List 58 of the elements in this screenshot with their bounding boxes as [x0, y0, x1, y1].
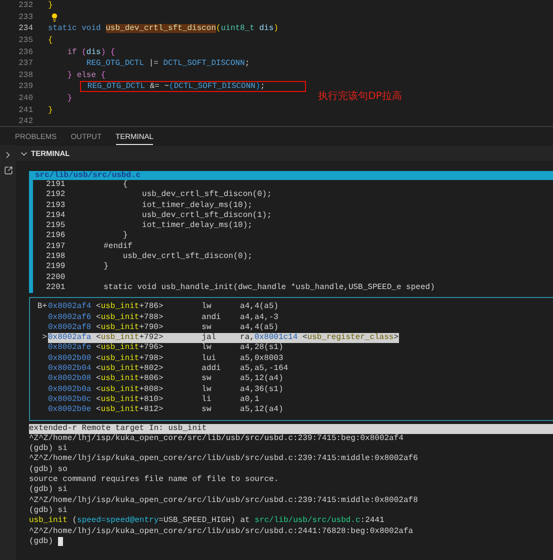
asm-line: 0x8002afe <usb_init+796> lw a4,28(s1) — [48, 343, 284, 354]
line-number: 234 — [18, 24, 33, 34]
code-line: { — [48, 36, 53, 46]
source-line: 2191 { — [45, 180, 129, 190]
output-line: source command requires file name of file to source. — [29, 475, 279, 485]
lightbulb-icon[interactable] — [50, 12, 59, 22]
output-line: (gdb) — [29, 536, 54, 548]
asm-line: 0x8002af6 <usb_init+788> andi a4,a4,-3 — [48, 312, 278, 323]
asm-line: 0x8002b0a <usb_init+808> lw a4,36(s1) — [48, 384, 284, 395]
line-number: 233 — [18, 12, 33, 22]
source-line: 2198 usb_dev_crtl_sft_discon(0); — [45, 252, 254, 262]
asm-line: 0x8002b0e <usb_init+812> sw a5,12(a4) — [48, 405, 284, 416]
asm-line: 0x8002af4 <usb_init+786> lw a4,4(a5) — [48, 302, 278, 313]
asm-line: 0x8002b04 <usb_init+802> addi a5,a5,-164 — [48, 364, 288, 374]
source-line: 2196 } — [45, 231, 129, 242]
source-line: 2199 } — [45, 262, 110, 273]
line-number: 238 — [18, 70, 33, 80]
output-line: (gdb) si — [29, 506, 68, 516]
asm-line: 0x8002b00 <usb_init+798> lui a5,0x8003 — [48, 354, 284, 364]
line-number: 241 — [18, 106, 33, 115]
file-path: src/lib/usb/src/usbd.c — [35, 171, 141, 180]
row-marker: B+ — [36, 302, 48, 313]
code-line: } — [48, 1, 53, 10]
source-line: 2201 static void usb_handle_init(dwc_handle *usb_handle,USB_SPEED_e speed) — [45, 282, 436, 294]
line-number: 240 — [18, 94, 33, 104]
line-number: 237 — [18, 59, 33, 68]
code-line: } — [67, 94, 72, 104]
code-line: } — [48, 106, 53, 115]
output-line: (gdb) si — [29, 485, 68, 496]
line-number: 235 — [18, 36, 33, 46]
source-line: 2197 #endif — [45, 242, 134, 252]
output-line: (gdb) si — [29, 444, 68, 454]
output-line: ^Z^Z/home/lhj/isp/kuka_open_core/src/lib/usb/src/usbd.c:239:7415:middle:0x8002af8 — [29, 496, 418, 506]
window-arrow-icon[interactable] — [4, 166, 12, 175]
source-line: 2193 iot_timer_delay_ms(10); — [45, 200, 254, 211]
output-line: usb_init (speed=speed@entry=USB_SPEED_HIGH) at src/lib/usb/src/usbd.c:2441 — [29, 516, 384, 526]
source-line: 2192 usb_dev_crtl_sft_discon(0); — [45, 190, 273, 201]
row-marker: > — [41, 333, 48, 344]
line-number: 239 — [18, 82, 33, 92]
output-line: (gdb) so — [29, 464, 68, 475]
code-line: if (dis) { — [67, 48, 116, 57]
text-cursor — [58, 537, 63, 546]
asm-line: 0x8002b0c <usb_init+810> li a0,1 — [48, 394, 260, 405]
source-line: 2194 usb_dev_crtl_sft_discon(1); — [45, 210, 273, 221]
output-line: ^Z^Z/home/lhj/isp/kuka_open_core/src/lib/usb/src/usbd.c:2441:76828:beg:0x8002afa — [29, 526, 414, 537]
asm-line: 0x8002b08 <usb_init+806> sw a5,12(a4) — [48, 374, 284, 385]
source-line: 2200 — [45, 272, 66, 283]
output-line: ^Z^Z/home/lhj/isp/kuka_open_core/src/lib/usb/src/usbd.c:239:7415:middle:0x8002af6 — [29, 454, 418, 465]
line-number: 232 — [18, 1, 33, 10]
code-line: } else { — [67, 70, 106, 80]
asm-line: 0x8002af8 <usb_init+790> sw a4,4(a5) — [48, 322, 278, 333]
annotation-text: 执行完该句DP拉高 — [318, 90, 402, 103]
line-number: 242 — [18, 117, 33, 126]
source-line: 2195 iot_timer_delay_ms(10); — [45, 221, 254, 231]
code-line: REG_OTG_DCTL |= DCTL_SOFT_DISCONN; — [86, 59, 250, 68]
output-line: ^Z^Z/home/lhj/isp/kuka_open_core/src/lib/usb/src/usbd.c:239:7415:beg:0x8002af4 — [29, 434, 404, 444]
code-line: static void usb_dev_crtl_sft_discon(uint8_t dis) — [48, 24, 278, 34]
line-number: 236 — [18, 48, 33, 57]
